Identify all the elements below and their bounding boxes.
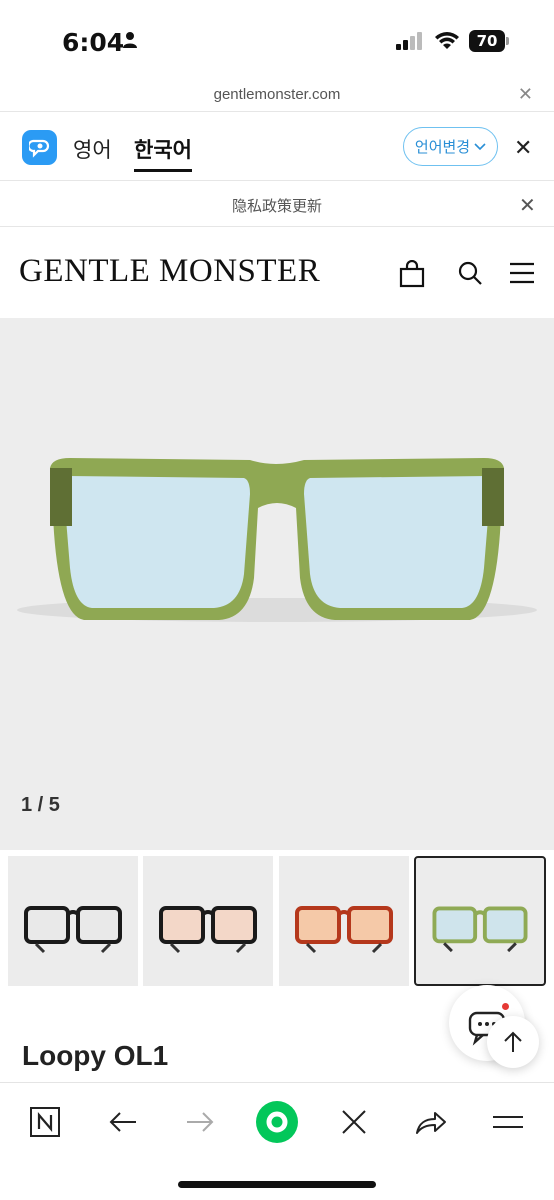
papago-logo-icon [22, 130, 57, 165]
translate-bar: 영어 한국어 언어변경 ✕ [0, 111, 554, 181]
forward-arrow-icon[interactable] [177, 1099, 223, 1145]
source-language-tab[interactable]: 영어 [73, 134, 112, 164]
person-icon [122, 31, 138, 54]
product-hero-image[interactable]: 1 / 5 [0, 318, 554, 850]
chevron-down-icon [474, 142, 486, 150]
menu-icon[interactable] [485, 1099, 531, 1145]
arrow-up-icon [504, 1031, 522, 1052]
change-language-label: 언어변경 [414, 139, 471, 156]
status-time: 6:04 [62, 28, 125, 57]
close-url-icon[interactable]: ✕ [518, 84, 533, 105]
browser-url-bar[interactable]: gentlemonster.com ✕ [0, 84, 554, 110]
privacy-notice-bar: 隐私政策更新 ✕ [0, 182, 554, 227]
privacy-notice-text[interactable]: 隐私政策更新 [0, 195, 554, 216]
battery-level: 70 [469, 30, 505, 52]
image-counter: 1 / 5 [21, 794, 60, 816]
back-arrow-icon[interactable] [100, 1099, 146, 1145]
notification-dot [502, 1003, 509, 1010]
status-bar: 6:04 70 [0, 0, 554, 84]
scroll-to-top-button[interactable] [487, 1016, 539, 1068]
naver-home-icon[interactable] [22, 1099, 68, 1145]
thumbnail-4-selected[interactable] [414, 856, 546, 986]
brand-logo[interactable]: GENTLE MONSTER [19, 253, 320, 290]
search-icon[interactable] [457, 260, 483, 291]
cellular-signal-icon [396, 32, 424, 55]
close-translate-icon[interactable]: ✕ [514, 135, 532, 161]
thumbnail-2[interactable] [143, 856, 273, 986]
naver-green-dot-icon[interactable] [254, 1099, 300, 1145]
site-header: GENTLE MONSTER [0, 228, 554, 318]
close-notice-icon[interactable]: ✕ [519, 193, 536, 218]
wifi-icon [434, 30, 460, 55]
shopping-bag-icon[interactable] [399, 259, 425, 293]
active-tab-indicator [134, 169, 192, 172]
target-language-tab[interactable]: 한국어 [134, 134, 192, 164]
glasses-image [17, 458, 537, 622]
hamburger-menu-icon[interactable] [509, 262, 535, 289]
product-title: Loopy OL1 [22, 1040, 169, 1071]
battery-icon: 70 [469, 30, 509, 52]
thumbnail-3[interactable] [279, 856, 409, 986]
thumbnail-strip [0, 853, 554, 988]
home-indicator [178, 1181, 376, 1188]
share-icon[interactable] [408, 1099, 454, 1145]
change-language-button[interactable]: 언어변경 [403, 127, 498, 166]
browser-toolbar [0, 1082, 554, 1200]
thumbnail-1[interactable] [8, 856, 138, 986]
url-text[interactable]: gentlemonster.com [0, 86, 554, 103]
close-tab-icon[interactable] [331, 1099, 377, 1145]
